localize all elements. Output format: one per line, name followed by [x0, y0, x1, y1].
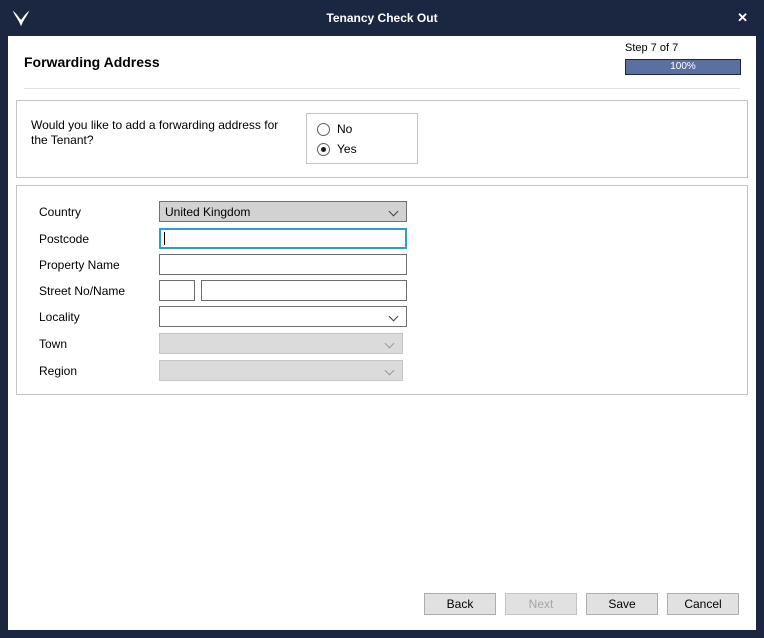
street-number-input[interactable]: [159, 280, 195, 301]
chevron-down-icon: [389, 312, 399, 322]
property-name-input[interactable]: [159, 254, 407, 275]
region-select: [159, 360, 403, 381]
radio-yes[interactable]: Yes: [317, 141, 357, 157]
town-label: Town: [39, 337, 67, 351]
country-value: United Kingdom: [165, 205, 250, 219]
chevron-down-icon: [389, 207, 399, 217]
step-indicator: Step 7 of 7: [625, 42, 678, 54]
window-title: Tenancy Check Out: [0, 0, 764, 36]
region-label: Region: [39, 364, 77, 378]
chevron-down-icon: [385, 339, 395, 349]
cancel-button[interactable]: Cancel: [667, 593, 739, 615]
radio-no-label: No: [337, 122, 352, 136]
street-label: Street No/Name: [39, 284, 125, 298]
save-button[interactable]: Save: [586, 593, 658, 615]
radio-no-circle: [317, 123, 330, 136]
chevron-down-icon: [385, 366, 395, 376]
country-select[interactable]: United Kingdom: [159, 201, 407, 222]
yes-no-radio-group: No Yes: [306, 113, 418, 164]
town-select: [159, 333, 403, 354]
dialog-content: Forwarding Address Step 7 of 7 100% Woul…: [8, 36, 756, 630]
street-name-input[interactable]: [201, 280, 407, 301]
page-title: Forwarding Address: [24, 54, 160, 70]
text-caret: [164, 232, 165, 245]
property-name-label: Property Name: [39, 258, 120, 272]
radio-no[interactable]: No: [317, 121, 352, 137]
back-button[interactable]: Back: [424, 593, 496, 615]
progress-bar: 100%: [625, 59, 741, 75]
locality-label: Locality: [39, 310, 80, 324]
next-button: Next: [505, 593, 577, 615]
progress-percent-label: 100%: [626, 60, 740, 74]
postcode-input[interactable]: [159, 228, 407, 249]
radio-yes-circle: [317, 143, 330, 156]
tenancy-checkout-window: Tenancy Check Out ✕ Forwarding Address S…: [0, 0, 764, 638]
country-label: Country: [39, 205, 81, 219]
forwarding-question-label: Would you like to add a forwarding addre…: [31, 118, 297, 148]
locality-select[interactable]: [159, 306, 407, 327]
forwarding-question-section: Would you like to add a forwarding addre…: [16, 100, 748, 178]
header-divider: [24, 88, 740, 89]
postcode-label: Postcode: [39, 232, 89, 246]
address-form-section: Country United Kingdom Postcode Property…: [16, 185, 748, 395]
close-icon[interactable]: ✕: [733, 0, 752, 36]
radio-yes-label: Yes: [337, 142, 357, 156]
titlebar: Tenancy Check Out ✕: [0, 0, 764, 36]
